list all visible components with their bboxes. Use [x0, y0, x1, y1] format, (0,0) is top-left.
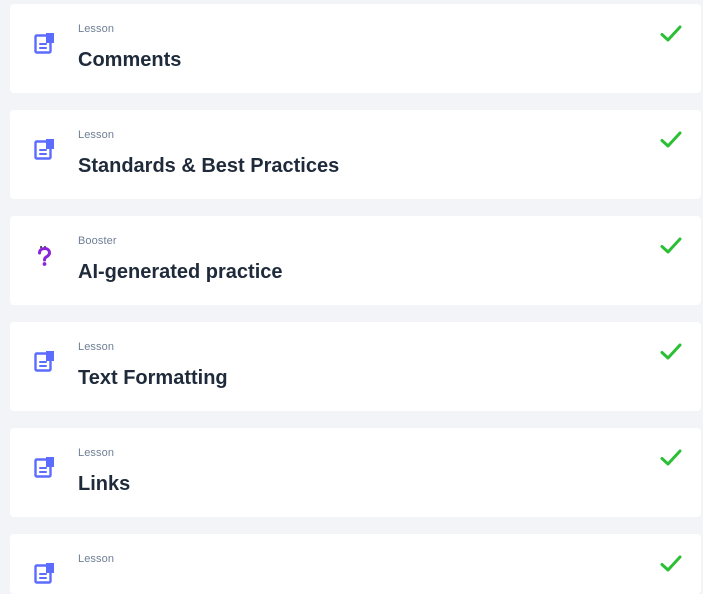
checkmark-icon [660, 131, 682, 148]
booster-card-ai-generated-practice[interactable]: Booster AI-generated practice [10, 216, 701, 305]
item-type-label: Booster [78, 235, 117, 247]
item-title: AI-generated practice [78, 261, 283, 283]
lesson-card-comments[interactable]: Lesson Comments [10, 4, 701, 93]
document-icon [34, 563, 54, 584]
checkmark-icon [660, 343, 682, 360]
lesson-card-text-formatting[interactable]: Lesson Text Formatting [10, 322, 701, 411]
checkmark-icon [660, 237, 682, 254]
item-title: Links [78, 473, 131, 495]
item-title: Text Formatting [78, 367, 228, 389]
item-title: Comments [78, 49, 182, 71]
checkmark-icon [660, 449, 682, 466]
item-type-label: Lesson [78, 129, 115, 141]
lesson-card-links[interactable]: Lesson Links [10, 428, 701, 517]
checkmark-icon [660, 555, 682, 572]
lesson-card-partial[interactable]: Lesson [10, 534, 701, 594]
item-type-label: Lesson [78, 447, 115, 459]
document-icon [34, 33, 54, 54]
lesson-card-standards-best-practices[interactable]: Lesson Standards & Best Practices [10, 110, 701, 199]
document-icon [34, 139, 54, 160]
checkmark-icon [660, 25, 682, 42]
item-type-label: Lesson [78, 341, 115, 353]
document-icon [34, 457, 54, 478]
item-type-label: Lesson [78, 553, 115, 565]
document-icon [34, 351, 54, 372]
lesson-list: Lesson Comments Lesson Standards & Best … [10, 4, 701, 594]
item-type-label: Lesson [78, 23, 115, 35]
item-title: Standards & Best Practices [78, 155, 340, 177]
question-mark-icon [38, 246, 52, 266]
